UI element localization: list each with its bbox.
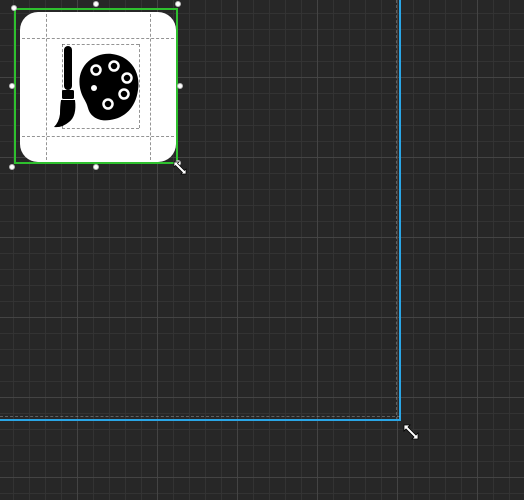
object-resize-cursor-icon [173,161,187,175]
resize-handle-middle-left[interactable] [9,83,15,89]
resize-handle-top-left[interactable] [11,5,17,11]
design-canvas[interactable] [0,0,524,500]
resize-handle-top-center[interactable] [93,1,99,7]
resize-handle-top-right[interactable] [175,1,181,7]
resize-handle-bottom-left[interactable] [9,164,15,170]
selection-outline[interactable] [14,8,178,164]
artboard-bottom-edge[interactable] [0,416,401,421]
resize-handle-middle-right[interactable] [177,83,183,89]
artboard-right-edge[interactable] [396,0,401,420]
artboard-resize-cursor-icon [403,424,419,440]
resize-handle-bottom-center[interactable] [93,164,99,170]
